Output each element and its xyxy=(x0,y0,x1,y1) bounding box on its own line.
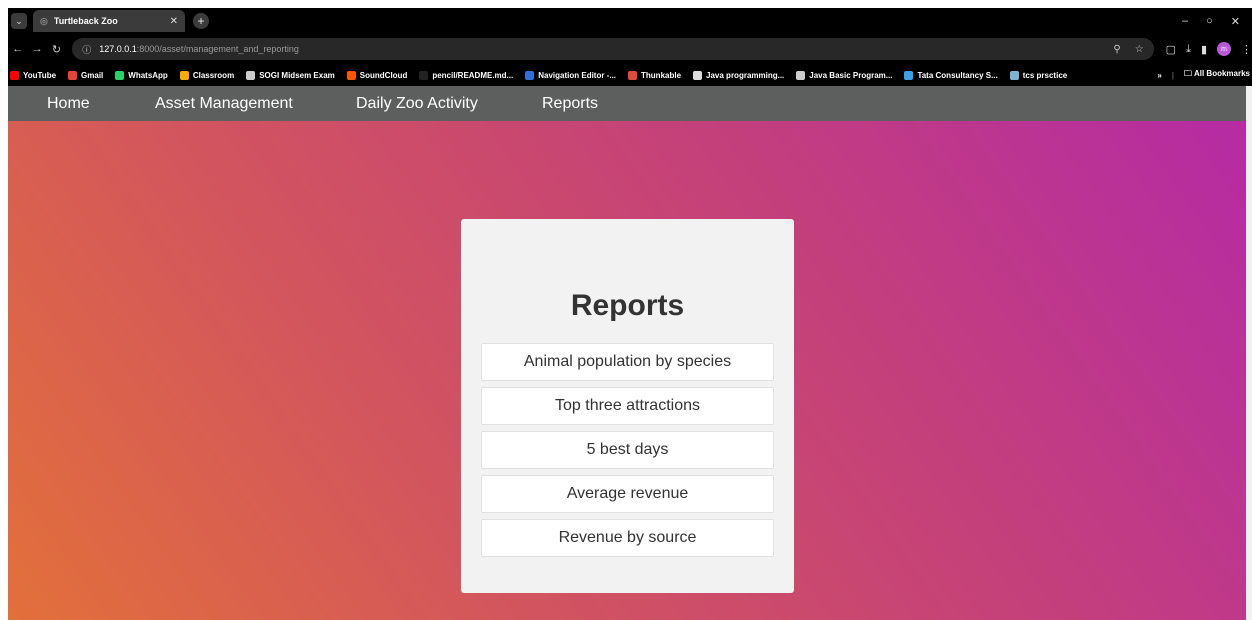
tab-search-icon[interactable]: ⌄ xyxy=(11,13,27,29)
bookmark-label: WhatsApp xyxy=(128,70,168,80)
bookmark-favicon-icon xyxy=(1009,70,1019,80)
address-bar[interactable]: ⓘ 127.0.0.1:8000/asset/management_and_re… xyxy=(72,38,1154,60)
bookmark-favicon-icon xyxy=(904,70,914,80)
nav-asset-management-link[interactable]: Asset Management xyxy=(155,95,293,113)
bookmark-favicon-icon xyxy=(525,70,535,80)
all-bookmarks-folder[interactable]: 🗀 All Bookmarks xyxy=(1184,68,1250,82)
bookmark-item[interactable]: WhatsApp xyxy=(115,70,168,80)
new-tab-button[interactable]: + xyxy=(193,13,209,29)
site-info-icon[interactable]: ⓘ xyxy=(82,43,91,56)
url-path: :8000/asset/management_and_reporting xyxy=(136,44,299,54)
bookmark-favicon-icon xyxy=(246,70,256,80)
bookmark-label: Java Basic Program... xyxy=(809,70,893,80)
browser-tab[interactable]: ◎ Turtleback Zoo ✕ xyxy=(33,10,185,32)
profile-avatar[interactable]: m xyxy=(1217,42,1231,56)
browser-tab-strip: ⌄ ◎ Turtleback Zoo ✕ + – ○ ✕ xyxy=(8,8,1252,34)
side-panel-icon[interactable]: ▮ xyxy=(1201,43,1207,56)
zoom-icon[interactable]: ⚲ xyxy=(1113,44,1120,55)
bookmark-favicon-icon xyxy=(10,70,19,80)
tab-title: Turtleback Zoo xyxy=(53,16,118,26)
bookmark-item[interactable]: tcs prsctice xyxy=(1009,70,1068,80)
minimize-icon[interactable]: – xyxy=(1182,15,1188,28)
bookmark-favicon-icon xyxy=(693,70,703,80)
report-best-days-button[interactable]: 5 best days xyxy=(481,431,774,469)
browser-toolbar: ← → ↻ ⓘ 127.0.0.1:8000/asset/management_… xyxy=(8,34,1252,64)
close-icon[interactable]: ✕ xyxy=(170,16,178,27)
bookmark-label: Navigation Editor -... xyxy=(538,70,617,80)
reports-card: Reports Animal population by species Top… xyxy=(461,219,794,593)
url-host: 127.0.0.1 xyxy=(99,44,137,54)
report-top-attractions-button[interactable]: Top three attractions xyxy=(481,387,774,425)
bookmark-item[interactable]: Navigation Editor -... xyxy=(525,70,617,80)
bookmark-item[interactable]: SoundCloud xyxy=(346,70,408,80)
report-revenue-by-source-button[interactable]: Revenue by source xyxy=(481,519,774,557)
bookmark-label: Java programming... xyxy=(706,70,785,80)
bookmark-favicon-icon xyxy=(346,70,356,80)
all-bookmarks-label: All Bookmarks xyxy=(1193,69,1250,78)
forward-icon[interactable]: → xyxy=(27,43,46,55)
report-animal-population-button[interactable]: Animal population by species xyxy=(481,343,774,381)
reload-icon[interactable]: ↻ xyxy=(47,43,66,56)
bookmark-label: Gmail xyxy=(81,70,104,80)
bookmark-label: SoundCloud xyxy=(359,70,408,80)
bookmark-item[interactable]: Java Basic Program... xyxy=(796,70,893,80)
menu-icon[interactable]: ⋮ xyxy=(1241,43,1252,56)
reports-heading: Reports xyxy=(570,289,685,322)
page-content: Home Asset Management Daily Zoo Activity… xyxy=(8,86,1246,620)
bookmark-item[interactable]: YouTube xyxy=(10,70,57,80)
bookmark-label: YouTube xyxy=(23,70,57,80)
nav-daily-zoo-activity-link[interactable]: Daily Zoo Activity xyxy=(356,95,478,113)
bookmark-label: tcs prsctice xyxy=(1022,70,1068,80)
bookmark-favicon-icon xyxy=(68,70,78,80)
bookmark-favicon-icon xyxy=(115,70,125,80)
bookmark-item[interactable]: Java programming... xyxy=(693,70,785,80)
bookmark-label: pencil/README.md... xyxy=(432,70,514,80)
nav-reports-link[interactable]: Reports xyxy=(542,95,598,113)
bookmark-label: Classroom xyxy=(192,70,235,80)
bookmark-item[interactable]: Tata Consultancy S... xyxy=(904,70,998,80)
bookmarks-bar: YouTube Gmail WhatsApp Classroom SOGI Midsem… xyxy=(8,64,1252,86)
restore-icon[interactable]: ○ xyxy=(1206,15,1213,28)
window-controls: – ○ ✕ xyxy=(1182,15,1252,28)
bookmark-item[interactable]: SOGI Midsem Exam xyxy=(246,70,335,80)
more-bookmarks-icon[interactable]: » xyxy=(1157,71,1161,80)
bookmark-favicon-icon xyxy=(419,70,429,80)
bookmark-label: Thunkable xyxy=(641,70,682,80)
bookmark-item[interactable]: pencil/README.md... xyxy=(419,70,514,80)
window-close-icon[interactable]: ✕ xyxy=(1231,15,1240,28)
bookmark-item[interactable]: Thunkable xyxy=(628,70,682,80)
back-icon[interactable]: ← xyxy=(8,43,27,55)
extensions-icon[interactable]: ▢ xyxy=(1166,43,1176,56)
bookmark-label: SOGI Midsem Exam xyxy=(259,70,335,80)
bookmark-label: Tata Consultancy S... xyxy=(917,70,998,80)
download-icon[interactable]: ⤓ xyxy=(1186,43,1191,56)
report-average-revenue-button[interactable]: Average revenue xyxy=(481,475,774,513)
globe-icon: ◎ xyxy=(40,15,48,26)
nav-home-link[interactable]: Home xyxy=(47,95,90,113)
bookmark-item[interactable]: Classroom xyxy=(179,70,235,80)
page-scrollbar[interactable] xyxy=(1246,86,1252,620)
bookmark-favicon-icon xyxy=(628,70,638,80)
bookmark-favicon-icon xyxy=(796,70,806,80)
bookmark-item[interactable]: Gmail xyxy=(68,70,104,80)
bookmark-star-icon[interactable]: ☆ xyxy=(1135,44,1144,55)
bookmark-favicon-icon xyxy=(179,70,189,80)
top-navbar: Home Asset Management Daily Zoo Activity… xyxy=(8,86,1246,121)
